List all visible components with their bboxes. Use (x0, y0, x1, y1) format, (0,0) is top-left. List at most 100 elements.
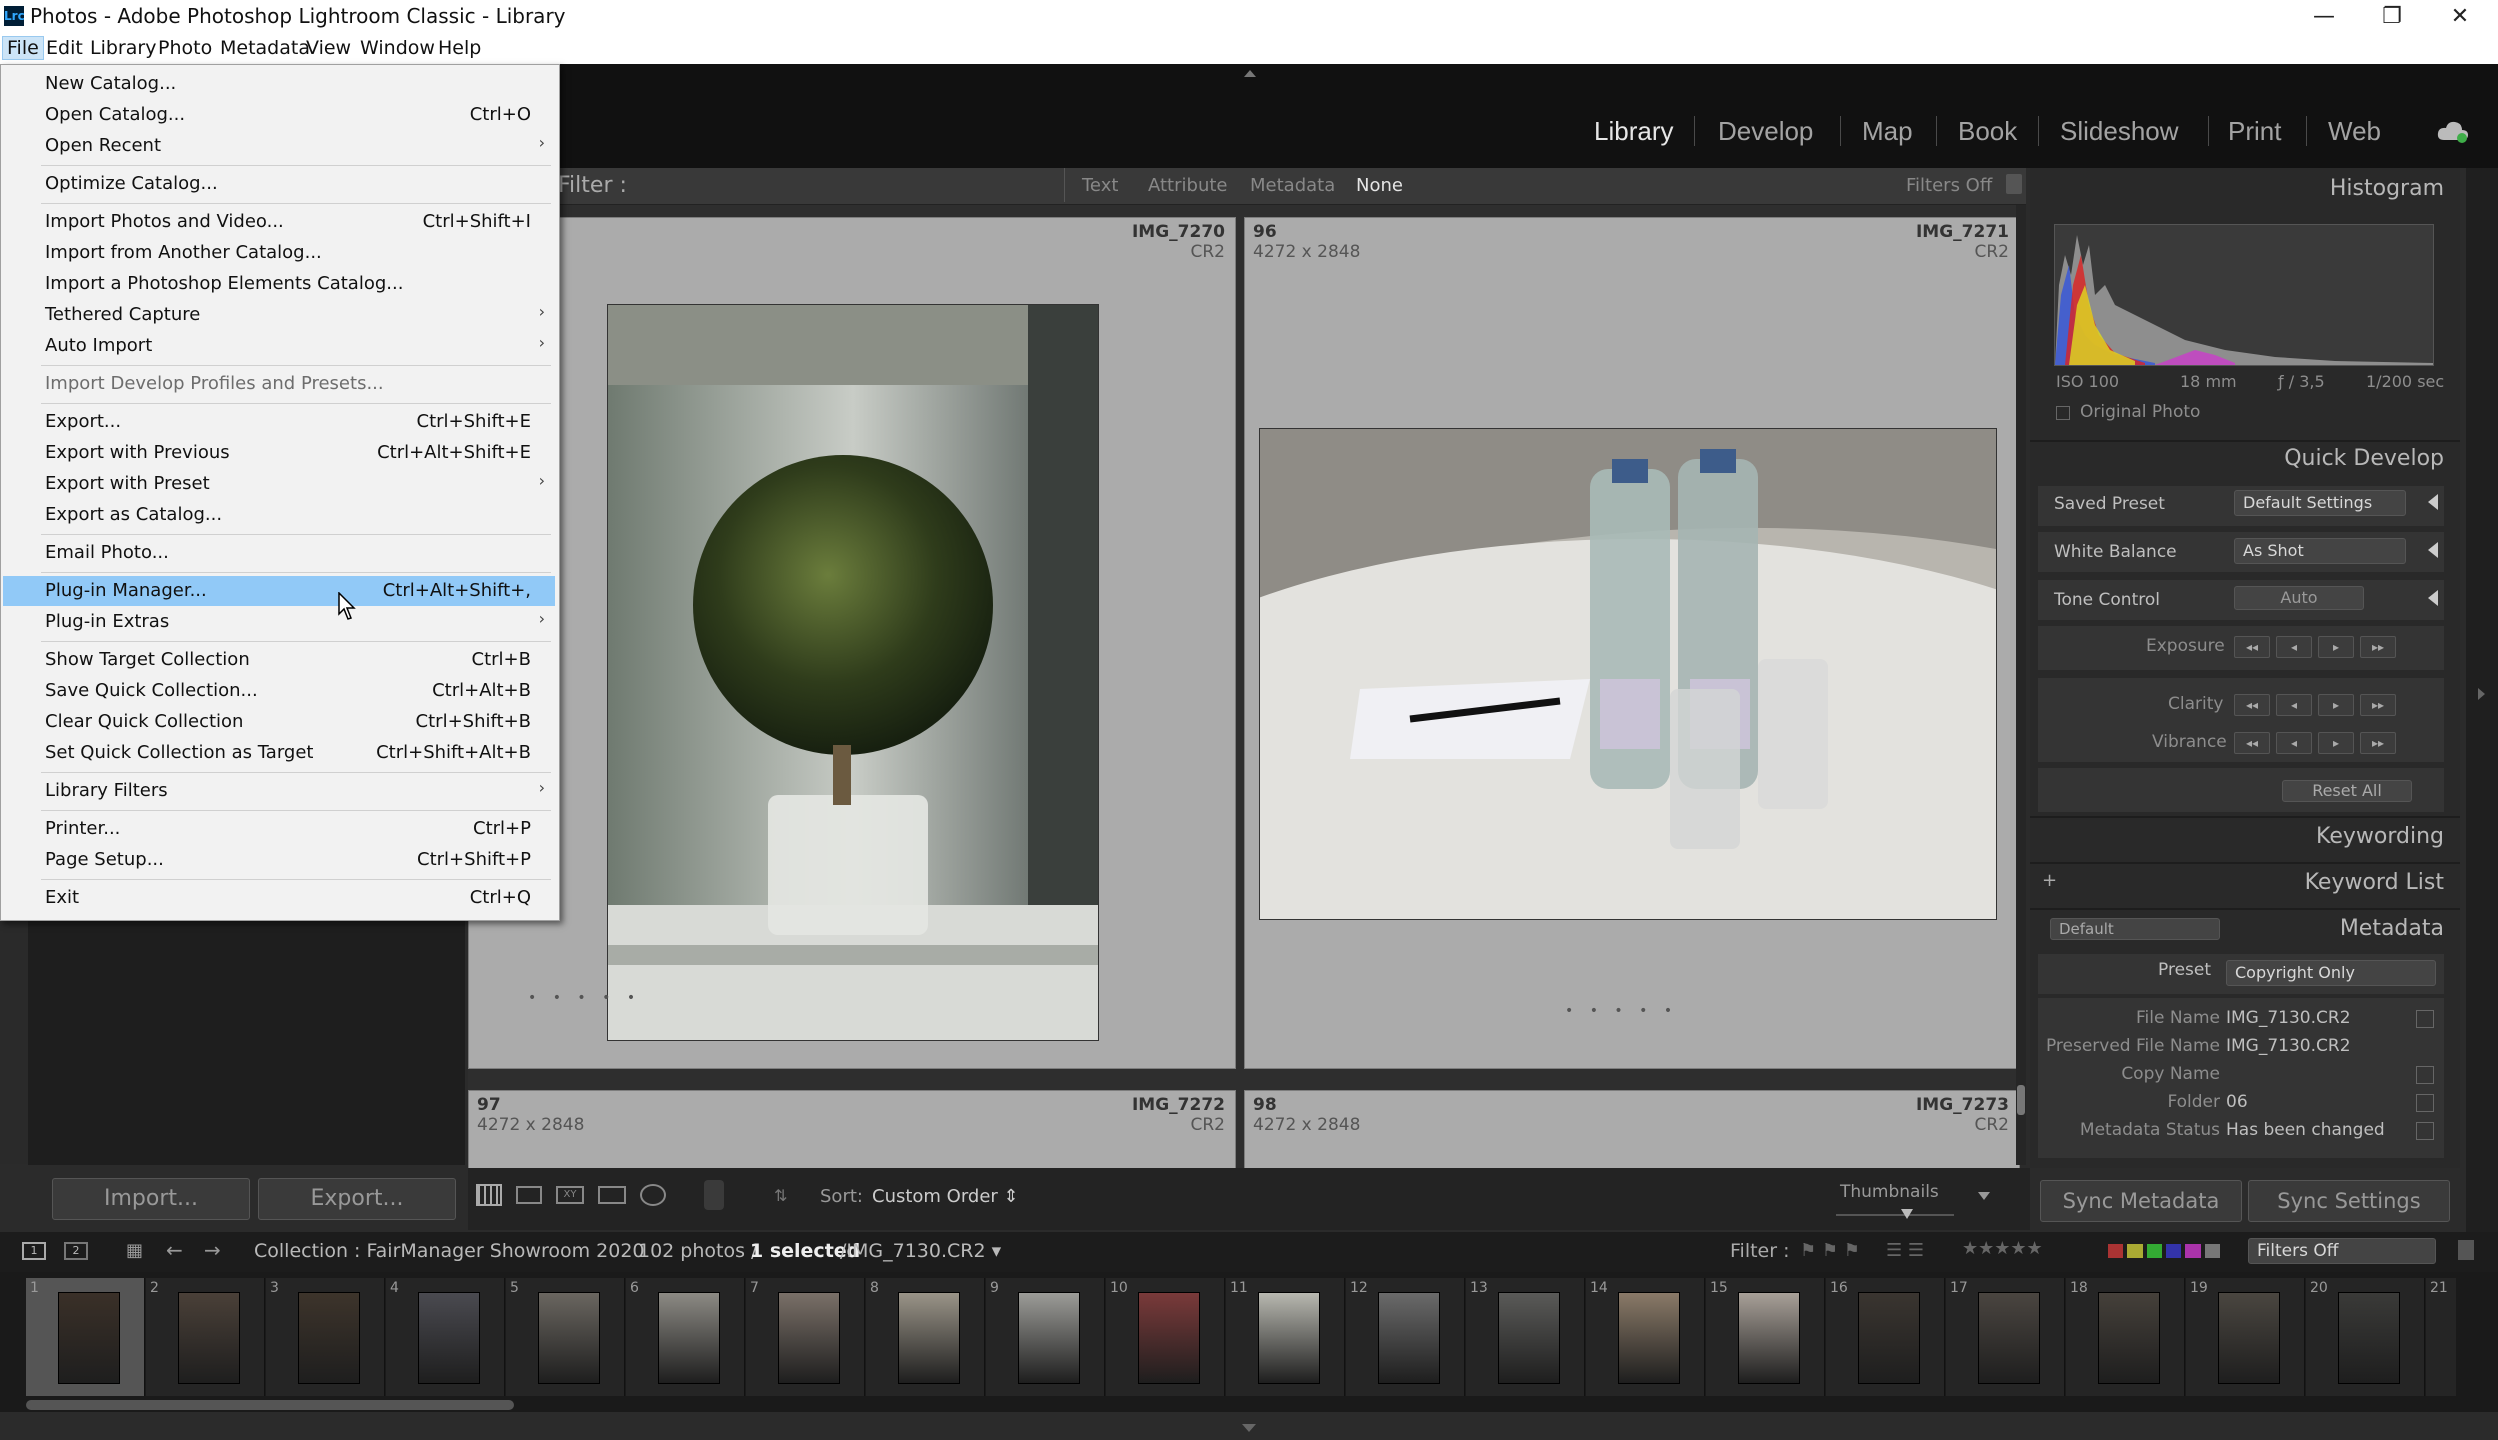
vibrance-increase[interactable]: ▸ (2318, 732, 2354, 754)
photo-plant[interactable] (607, 304, 1099, 1041)
blue-label-swatch[interactable] (2165, 1244, 2182, 1258)
filmstrip-photo[interactable] (1978, 1292, 2040, 1384)
purple-label-swatch[interactable] (2185, 1244, 2201, 1258)
lock-icon[interactable] (2006, 174, 2022, 194)
vibrance-decrease-large[interactable]: ◂◂ (2234, 732, 2270, 754)
filmstrip-thumbnail[interactable]: 2 (146, 1278, 265, 1396)
filmstrip-thumbnail[interactable]: 21 (2426, 1278, 2456, 1396)
virtual-copy-filter-icons[interactable]: ☰ ☰ (1886, 1240, 1924, 1261)
filmstrip-photo[interactable] (178, 1292, 240, 1384)
menu-item-printer[interactable]: Printer... Ctrl+P (3, 814, 555, 844)
restore-button[interactable]: ❐ (2358, 0, 2426, 34)
module-web[interactable]: Web (2328, 116, 2381, 147)
menu-item-auto-import[interactable]: Auto Import › (3, 331, 555, 361)
grid-cell[interactable]: 96 4272 x 2848 IMG_7271 CR2 • • • • • (1244, 217, 2020, 1069)
quick-develop-title[interactable]: Quick Develop (2284, 446, 2444, 471)
thumbnails-slider[interactable] (1836, 1209, 1954, 1219)
survey-view-icon[interactable] (598, 1186, 626, 1204)
primary-display-icon[interactable]: 1 (22, 1242, 46, 1260)
menu-item-import-a-photoshop-elements-catalog[interactable]: Import a Photoshop Elements Catalog... (3, 269, 555, 299)
red-label-swatch[interactable] (2108, 1244, 2124, 1258)
filmstrip-thumbnail[interactable]: 8 (866, 1278, 985, 1396)
grid-shortcut-icon[interactable]: ▦ (126, 1240, 143, 1261)
loupe-view-icon[interactable] (516, 1186, 542, 1204)
collection-source[interactable]: Collection : FairManager Showroom 2020 (254, 1240, 645, 1262)
menu-edit[interactable]: Edit (42, 37, 87, 59)
yellow-label-swatch[interactable] (2127, 1244, 2143, 1258)
filmstrip-filter-select[interactable]: Filters Off (2248, 1238, 2436, 1264)
module-develop[interactable]: Develop (1718, 116, 1813, 147)
menu-item-optimize-catalog[interactable]: Optimize Catalog... (3, 169, 555, 199)
filters-off-label[interactable]: Filters Off (1906, 175, 1992, 196)
filter-tab-metadata[interactable]: Metadata (1250, 175, 1335, 196)
filmstrip-lock-icon[interactable] (2458, 1240, 2474, 1260)
filmstrip-photo[interactable] (418, 1292, 480, 1384)
filmstrip-photo[interactable] (1738, 1292, 1800, 1384)
menu-library[interactable]: Library (86, 37, 160, 59)
filmstrip-scrollbar-thumb[interactable] (26, 1400, 514, 1410)
filmstrip-thumbnail[interactable]: 7 (746, 1278, 865, 1396)
keywording-title[interactable]: Keywording (2316, 824, 2444, 849)
menu-item-email-photo[interactable]: Email Photo... (3, 538, 555, 568)
collapse-top-icon[interactable] (1244, 70, 1256, 77)
forward-arrow-icon[interactable]: → (204, 1238, 221, 1262)
filmstrip-photo[interactable] (1858, 1292, 1920, 1384)
grid-cell[interactable]: 97 4272 x 2848 IMG_7272 CR2 (468, 1090, 1236, 1172)
module-slideshow[interactable]: Slideshow (2060, 116, 2179, 147)
grid-cell[interactable]: 2 IMG_7270 CR2 (468, 217, 1236, 1069)
grid-view-icon[interactable] (476, 1184, 502, 1206)
filmstrip-thumbnail[interactable]: 10 (1106, 1278, 1225, 1396)
filmstrip-photo[interactable] (298, 1292, 360, 1384)
painter-icon[interactable] (704, 1180, 724, 1210)
clarity-increase[interactable]: ▸ (2318, 694, 2354, 716)
tone-control-expand-icon[interactable] (2428, 590, 2438, 606)
sort-select[interactable]: Custom Order ⇕ (872, 1186, 1019, 1207)
collapse-filmstrip-icon[interactable] (1242, 1424, 1256, 1432)
filmstrip-thumbnail[interactable]: 17 (1946, 1278, 2065, 1396)
filmstrip-photo[interactable] (538, 1292, 600, 1384)
saved-preset-select[interactable]: Default Settings (2234, 490, 2406, 516)
module-library[interactable]: Library (1594, 116, 1673, 147)
menu-item-plug-in-manager[interactable]: Plug-in Manager... Ctrl+Alt+Shift+, (3, 576, 555, 606)
exposure-increase-large[interactable]: ▸▸ (2360, 636, 2396, 658)
people-view-icon[interactable] (640, 1184, 666, 1206)
menu-item-exit[interactable]: Exit Ctrl+Q (3, 883, 555, 913)
filmstrip-photo[interactable] (2098, 1292, 2160, 1384)
rating-dots[interactable]: • • • • • (1565, 1003, 1678, 1019)
filmstrip-photo[interactable] (58, 1292, 120, 1384)
filmstrip-thumbnail[interactable]: 20 (2306, 1278, 2425, 1396)
original-photo-checkbox[interactable] (2056, 406, 2070, 420)
filmstrip-photo[interactable] (1138, 1292, 1200, 1384)
filmstrip-thumbnail[interactable]: 4 (386, 1278, 505, 1396)
back-arrow-icon[interactable]: ← (166, 1238, 183, 1262)
menu-item-tethered-capture[interactable]: Tethered Capture › (3, 300, 555, 330)
rating-filter-stars[interactable]: ★★★★★ (1962, 1238, 2043, 1259)
filmstrip-thumbnail[interactable]: 3 (266, 1278, 385, 1396)
rename-icon[interactable] (2416, 1010, 2434, 1028)
histogram-title[interactable]: Histogram (2330, 176, 2444, 201)
toolbar-menu-icon[interactable] (1978, 1192, 1990, 1200)
metadata-folder-value[interactable]: 06 (2226, 1092, 2248, 1112)
filter-tab-attribute[interactable]: Attribute (1148, 175, 1227, 196)
filmstrip-photo[interactable] (778, 1292, 840, 1384)
sync-settings-button[interactable]: Sync Settings (2248, 1180, 2450, 1222)
filmstrip-photo[interactable] (2218, 1292, 2280, 1384)
minimize-button[interactable]: — (2290, 0, 2358, 34)
menu-item-open-catalog[interactable]: Open Catalog... Ctrl+O (3, 100, 555, 130)
white-balance-select[interactable]: As Shot (2234, 538, 2406, 564)
filmstrip-thumbnail[interactable]: 1 (26, 1278, 145, 1396)
grid-cell[interactable]: 98 4272 x 2848 IMG_7273 CR2 (1244, 1090, 2020, 1172)
filmstrip-photo[interactable] (1618, 1292, 1680, 1384)
green-label-swatch[interactable] (2146, 1244, 2162, 1258)
menu-view[interactable]: View (302, 37, 355, 59)
clarity-decrease[interactable]: ◂ (2276, 694, 2312, 716)
metadata-preset-select[interactable]: Copyright Only (2226, 960, 2436, 986)
menu-item-page-setup[interactable]: Page Setup... Ctrl+Shift+P (3, 845, 555, 875)
white-balance-expand-icon[interactable] (2428, 542, 2438, 558)
menu-item-import-from-another-catalog[interactable]: Import from Another Catalog... (3, 238, 555, 268)
filmstrip-thumbnail[interactable]: 16 (1826, 1278, 1945, 1396)
custom-label-swatch[interactable] (2204, 1244, 2220, 1258)
go-to-folder-icon[interactable] (2416, 1094, 2434, 1112)
vibrance-increase-large[interactable]: ▸▸ (2360, 732, 2396, 754)
photo-water-bottles[interactable] (1259, 428, 1997, 920)
